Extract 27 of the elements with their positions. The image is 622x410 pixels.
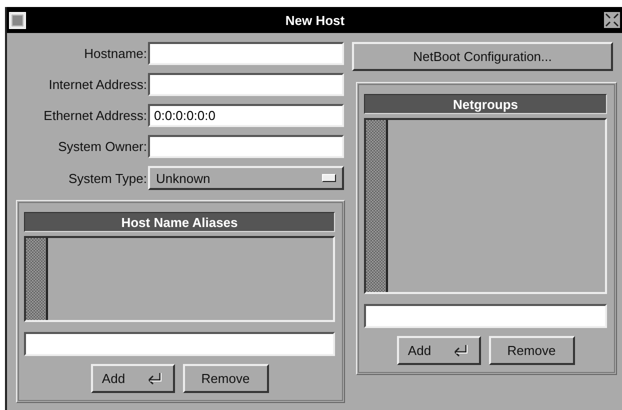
input-field[interactable] <box>24 332 335 356</box>
field-label: Ethernet Address: <box>42 108 148 123</box>
add-button[interactable]: Add <box>396 336 480 365</box>
list-box[interactable] <box>24 236 335 322</box>
window-title: New Host <box>284 12 346 28</box>
input-field[interactable]: 0:0:0:0:0:0 <box>148 104 344 127</box>
dropdown-indicator-icon <box>322 174 336 182</box>
list-box[interactable] <box>364 118 607 294</box>
input-field[interactable] <box>148 135 344 158</box>
remove-button[interactable]: Remove <box>488 336 574 365</box>
maximize-icon[interactable] <box>604 12 620 28</box>
scrollbar[interactable] <box>26 238 48 320</box>
field-label: Hostname: <box>83 46 148 61</box>
window-menu-icon[interactable] <box>9 12 26 28</box>
field-label: Internet Address: <box>48 77 148 92</box>
add-button[interactable]: Add <box>90 364 174 393</box>
field-label: System Owner: <box>57 139 148 154</box>
input-field[interactable] <box>148 42 344 65</box>
input-field[interactable] <box>148 73 344 96</box>
list-header: Host Name Aliases <box>24 212 335 232</box>
list-header: Netgroups <box>364 94 607 114</box>
scrollbar[interactable] <box>366 120 388 292</box>
remove-button[interactable]: Remove <box>182 364 268 393</box>
system-type-dropdown[interactable]: Unknown <box>148 166 344 190</box>
netboot-configuration-button[interactable]: NetBoot Configuration... <box>352 42 613 71</box>
input-field[interactable] <box>364 304 607 328</box>
field-label: System Type: <box>67 170 148 186</box>
